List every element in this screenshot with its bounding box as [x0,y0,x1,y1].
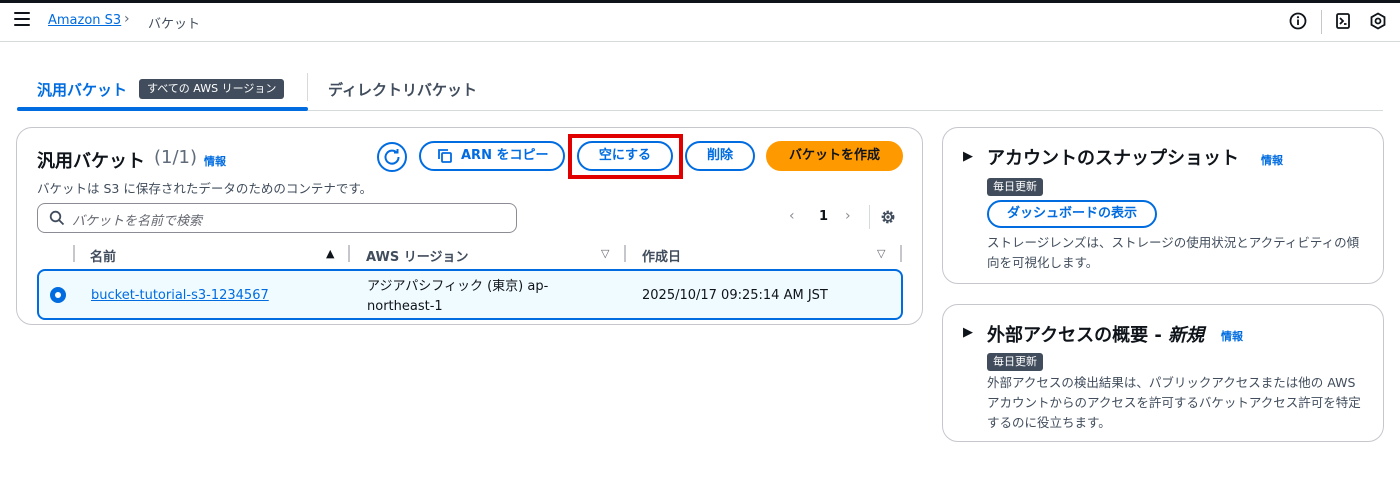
info-link[interactable]: 情報 [1221,328,1243,344]
column-divider [348,245,350,262]
card-description: 外部アクセスの検出結果は、パブリックアクセスまたは他の AWS アカウントからの… [987,375,1361,430]
tab-directory-buckets[interactable]: ディレクトリバケット [328,79,477,100]
search-input[interactable]: バケットを名前で検索 [37,203,517,233]
breadcrumb-current: バケット [148,17,201,32]
card-title-new: 新規 [1168,325,1205,346]
toolbar-divider [1321,10,1322,34]
row-radio-selected[interactable] [50,287,66,303]
highlight-box [568,134,683,179]
external-access-card: ▶ 外部アクセスの概要 - 新規 情報 毎日更新 外部アクセスの検出結果は、パブ… [942,304,1384,442]
daily-update-badge: 毎日更新 [987,353,1043,371]
card-description: ストレージレンズは、ストレージの使用状況とアクティビティの傾向を可視化します。 [987,235,1360,270]
copy-arn-label: ARN をコピー [461,148,549,163]
breadcrumb-amazon-s3[interactable]: Amazon S3 [48,13,121,28]
search-placeholder: バケットを名前で検索 [72,214,203,229]
bucket-type-tabs: 汎用バケット すべての AWS リージョン ディレクトリバケット [17,66,1383,111]
expand-triangle-icon[interactable]: ▶ [963,149,973,164]
daily-update-badge: 毎日更新 [987,178,1043,196]
refresh-icon [384,149,400,165]
panel-description: バケットは S3 に保存されたデータのためのコンテナです。 [37,181,373,196]
create-bucket-button[interactable]: バケットを作成 [766,141,903,171]
bucket-created-date: 2025/10/17 09:25:14 AM JST [642,288,828,303]
panel-title: 汎用バケット [37,151,145,172]
sort-icon[interactable]: ▽ [601,247,609,260]
copy-icon [438,149,452,163]
column-divider [73,245,75,262]
delete-button[interactable]: 削除 [685,141,755,171]
bucket-region: アジアパシフィック (東京) ap-northeast-1 [367,279,549,314]
column-header-created: 作成日 [642,250,682,265]
view-dashboard-button[interactable]: ダッシュボードの表示 [987,200,1158,228]
column-divider [624,245,626,262]
column-header-name: 名前 [90,250,117,265]
info-icon[interactable] [1288,11,1308,31]
tab-label: 汎用バケット [37,81,128,99]
chevron-right-icon: › [124,11,130,27]
bucket-count: (1/1) [154,147,198,168]
card-title[interactable]: 外部アクセスの概要 - 新規 [987,321,1204,347]
column-divider [900,245,902,262]
settings-hex-icon[interactable] [1368,11,1388,31]
info-link[interactable]: 情報 [1261,152,1283,168]
chevron-right-icon[interactable]: › [845,208,851,224]
account-snapshot-card: ▶ アカウントのスナップショット 情報 毎日更新 ダッシュボードの表示 ストレー… [942,127,1384,284]
menu-icon[interactable] [14,12,30,26]
refresh-button[interactable] [377,142,407,172]
page-number[interactable]: 1 [819,209,828,224]
cloudshell-icon[interactable] [1333,11,1353,31]
card-title[interactable]: アカウントのスナップショット [987,144,1239,170]
gear-icon[interactable] [879,208,897,226]
column-header-region: AWS リージョン [366,250,469,265]
sort-icon[interactable]: ▽ [877,247,885,260]
expand-triangle-icon[interactable]: ▶ [963,325,973,340]
table-row[interactable]: bucket-tutorial-s3-1234567 アジアパシフィック (東京… [37,269,903,320]
pagination-divider [869,205,870,229]
copy-arn-button[interactable]: ARN をコピー [419,141,565,171]
chevron-left-icon[interactable]: ‹ [789,208,795,224]
active-tab-indicator [17,107,308,111]
tab-general-purpose-buckets[interactable]: 汎用バケット すべての AWS リージョン [17,66,308,111]
top-bar: Amazon S3 › バケット [0,3,1400,42]
search-icon [49,210,65,226]
bucket-name-link[interactable]: bucket-tutorial-s3-1234567 [91,288,269,303]
sort-ascending-icon[interactable]: ▲ [326,247,334,260]
card-title-text: 外部アクセスの概要 - [987,325,1169,346]
general-buckets-panel: 汎用バケット (1/1) 情報 バケットは S3 に保存されたデータのためのコン… [16,127,923,325]
region-badge: すべての AWS リージョン [139,79,285,99]
tab-divider [307,73,308,101]
info-link[interactable]: 情報 [204,153,226,169]
